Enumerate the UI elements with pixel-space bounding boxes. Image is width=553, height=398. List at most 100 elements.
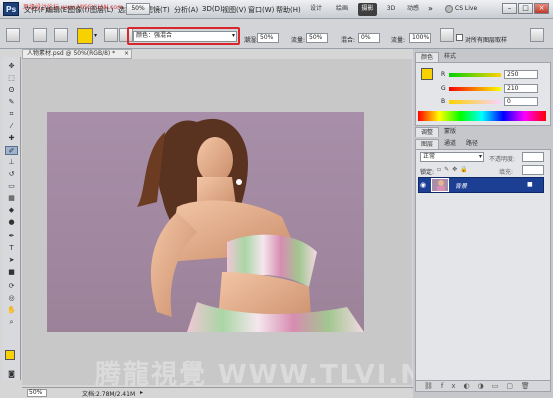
workspace-3d[interactable]: 3D <box>384 3 398 16</box>
current-color-swatch[interactable] <box>77 28 93 44</box>
watermark: 腾龍視覺 WWW.TLVI.NET <box>95 360 464 390</box>
brush-size-icon[interactable] <box>33 28 47 42</box>
cs-live-icon <box>445 5 453 13</box>
color-panel-tabs: 颜色 样式 <box>415 52 461 62</box>
mix-field[interactable]: 0% <box>358 33 380 43</box>
tab-layers[interactable]: 图层 <box>415 139 440 149</box>
status-menu-arrow-icon[interactable]: ▸ <box>140 389 143 396</box>
maximize-button[interactable]: □ <box>518 3 533 14</box>
menu-edit[interactable]: 编辑(E) <box>46 5 70 15</box>
menu-layer[interactable]: 图层(L) <box>90 5 113 15</box>
blend-mode-select[interactable]: 正常 ▾ <box>420 152 484 162</box>
channel-b-label: B <box>441 98 446 105</box>
brush-panel-icon[interactable] <box>54 28 68 42</box>
swatch-dropdown-icon[interactable]: ▾ <box>94 32 97 39</box>
menu-help[interactable]: 帮助(H) <box>276 5 301 15</box>
lock-label: 锁定: <box>420 169 435 176</box>
lock-icons[interactable]: ▫✎✥🔒 <box>437 166 471 173</box>
channel-g-value[interactable]: 210 <box>504 84 538 93</box>
color-spectrum-bar[interactable] <box>418 111 546 121</box>
foreground-color-icon[interactable] <box>5 350 15 360</box>
channel-g-slider[interactable] <box>449 87 501 91</box>
hand-tool-icon[interactable]: ✋ <box>5 306 18 315</box>
move-tool-icon[interactable]: ✥ <box>5 62 18 71</box>
3d-orbit-tool-icon[interactable]: ◎ <box>5 294 18 303</box>
tab-masks[interactable]: 蒙版 <box>439 127 461 137</box>
workspace-photography[interactable]: 摄影 <box>358 3 377 16</box>
close-icon[interactable]: × <box>124 50 129 58</box>
workspace-more-icon[interactable]: » <box>428 4 433 13</box>
minimize-button[interactable]: – <box>502 3 517 14</box>
fill-field[interactable] <box>522 165 544 175</box>
tab-adjustments[interactable]: 调整 <box>415 127 440 137</box>
menu-view[interactable]: 视图(V) <box>222 5 246 15</box>
channel-r-value[interactable]: 250 <box>504 70 538 79</box>
cs-live-label[interactable]: CS Live <box>455 5 477 12</box>
layer-name: 背景 <box>455 183 468 190</box>
workspace-design[interactable]: 设计 <box>307 3 325 16</box>
tab-paths[interactable]: 路径 <box>461 139 483 149</box>
tablet-pressure-icon[interactable] <box>530 28 544 42</box>
channel-g-label: G <box>441 85 446 92</box>
color-foreground-swatch[interactable] <box>421 68 433 80</box>
airbrush-icon[interactable] <box>440 28 454 42</box>
menu-window[interactable]: 窗口(W) <box>248 5 274 15</box>
path-select-tool-icon[interactable]: ➤ <box>5 256 18 265</box>
zoom-level[interactable]: 50% <box>126 3 150 15</box>
document-image[interactable] <box>47 112 364 332</box>
tab-color[interactable]: 颜色 <box>415 52 440 62</box>
brush-preset-icon[interactable] <box>6 28 20 42</box>
menu-bar: Ps 思缘设计论坛 www.MISSYUAN.com 文件(F) 编辑(E) 图… <box>0 0 553 19</box>
menu-image[interactable]: 图像(I) <box>68 5 90 15</box>
clone-stamp-tool-icon[interactable]: ⊥ <box>5 158 18 167</box>
load-field[interactable]: 50% <box>306 33 328 43</box>
healing-tool-icon[interactable]: ✚ <box>5 134 18 143</box>
lasso-tool-icon[interactable]: ʘ <box>5 86 18 95</box>
blend-mode-value: 正常 <box>423 153 436 160</box>
workspace-paint[interactable]: 绘画 <box>333 3 351 16</box>
lock-icon: ■ <box>527 181 533 188</box>
zoom-tool-icon[interactable]: ⌕ <box>5 318 18 327</box>
sample-all-checkbox[interactable] <box>456 34 463 41</box>
workspace-motion[interactable]: 动感 <box>404 3 422 16</box>
status-doc-size: 文档:2.78M/2.41M <box>82 391 136 398</box>
history-brush-tool-icon[interactable]: ↺ <box>5 170 18 179</box>
menu-file[interactable]: 文件(F) <box>24 5 48 15</box>
channel-r-slider[interactable] <box>449 73 501 77</box>
type-tool-icon[interactable]: T <box>5 244 18 253</box>
blur-tool-icon[interactable]: ◆ <box>5 206 18 215</box>
flow-field[interactable]: 100% <box>409 33 431 43</box>
load-label: 流量: <box>291 37 306 44</box>
channel-b-slider[interactable] <box>449 100 501 104</box>
pen-tool-icon[interactable]: ✒ <box>5 232 18 241</box>
dodge-tool-icon[interactable]: ● <box>5 218 18 227</box>
eye-icon[interactable]: ◉ <box>420 181 426 189</box>
3d-rotate-tool-icon[interactable]: ⟳ <box>5 282 18 291</box>
menu-analysis[interactable]: 分析(A) <box>174 5 198 15</box>
layers-bottom-toolbar[interactable]: ⛓fx◐◑▭▢🗑 <box>415 380 551 392</box>
close-button[interactable]: × <box>534 3 549 14</box>
channel-b-value[interactable]: 0 <box>504 97 538 106</box>
mode-select[interactable]: 颜色：强混合 ▾ <box>133 31 237 42</box>
status-zoom-field[interactable]: 50% <box>27 389 47 397</box>
layer-opacity-field[interactable] <box>522 152 544 162</box>
tab-styles[interactable]: 样式 <box>439 52 461 62</box>
mode-select-value: 颜色：强混合 <box>136 32 173 39</box>
load-brush-icon[interactable] <box>104 28 118 42</box>
menu-3d[interactable]: 3D(D) <box>202 5 223 13</box>
wet-field[interactable]: 50% <box>257 33 279 43</box>
adjust-panel-tabs: 调整 蒙版 <box>415 127 461 137</box>
channel-r-label: R <box>441 71 446 78</box>
tab-channels[interactable]: 通道 <box>439 139 461 149</box>
quick-select-tool-icon[interactable]: ✎ <box>5 98 18 107</box>
layer-thumbnail <box>431 178 449 192</box>
marquee-tool-icon[interactable]: ⬚ <box>5 74 18 83</box>
document-tab[interactable]: 人物素材.psd @ 50%(RGB/8) * × <box>22 49 132 59</box>
eyedropper-tool-icon[interactable]: ⁄ <box>5 122 18 131</box>
mixer-brush-tool-icon[interactable]: ✐ <box>5 146 18 155</box>
crop-tool-icon[interactable]: ⌗ <box>5 110 18 119</box>
eraser-tool-icon[interactable]: ▭ <box>5 182 18 191</box>
gradient-tool-icon[interactable]: ▦ <box>5 194 18 203</box>
quick-mask-icon[interactable]: ◙ <box>5 370 18 379</box>
shape-tool-icon[interactable]: ■ <box>5 268 18 277</box>
